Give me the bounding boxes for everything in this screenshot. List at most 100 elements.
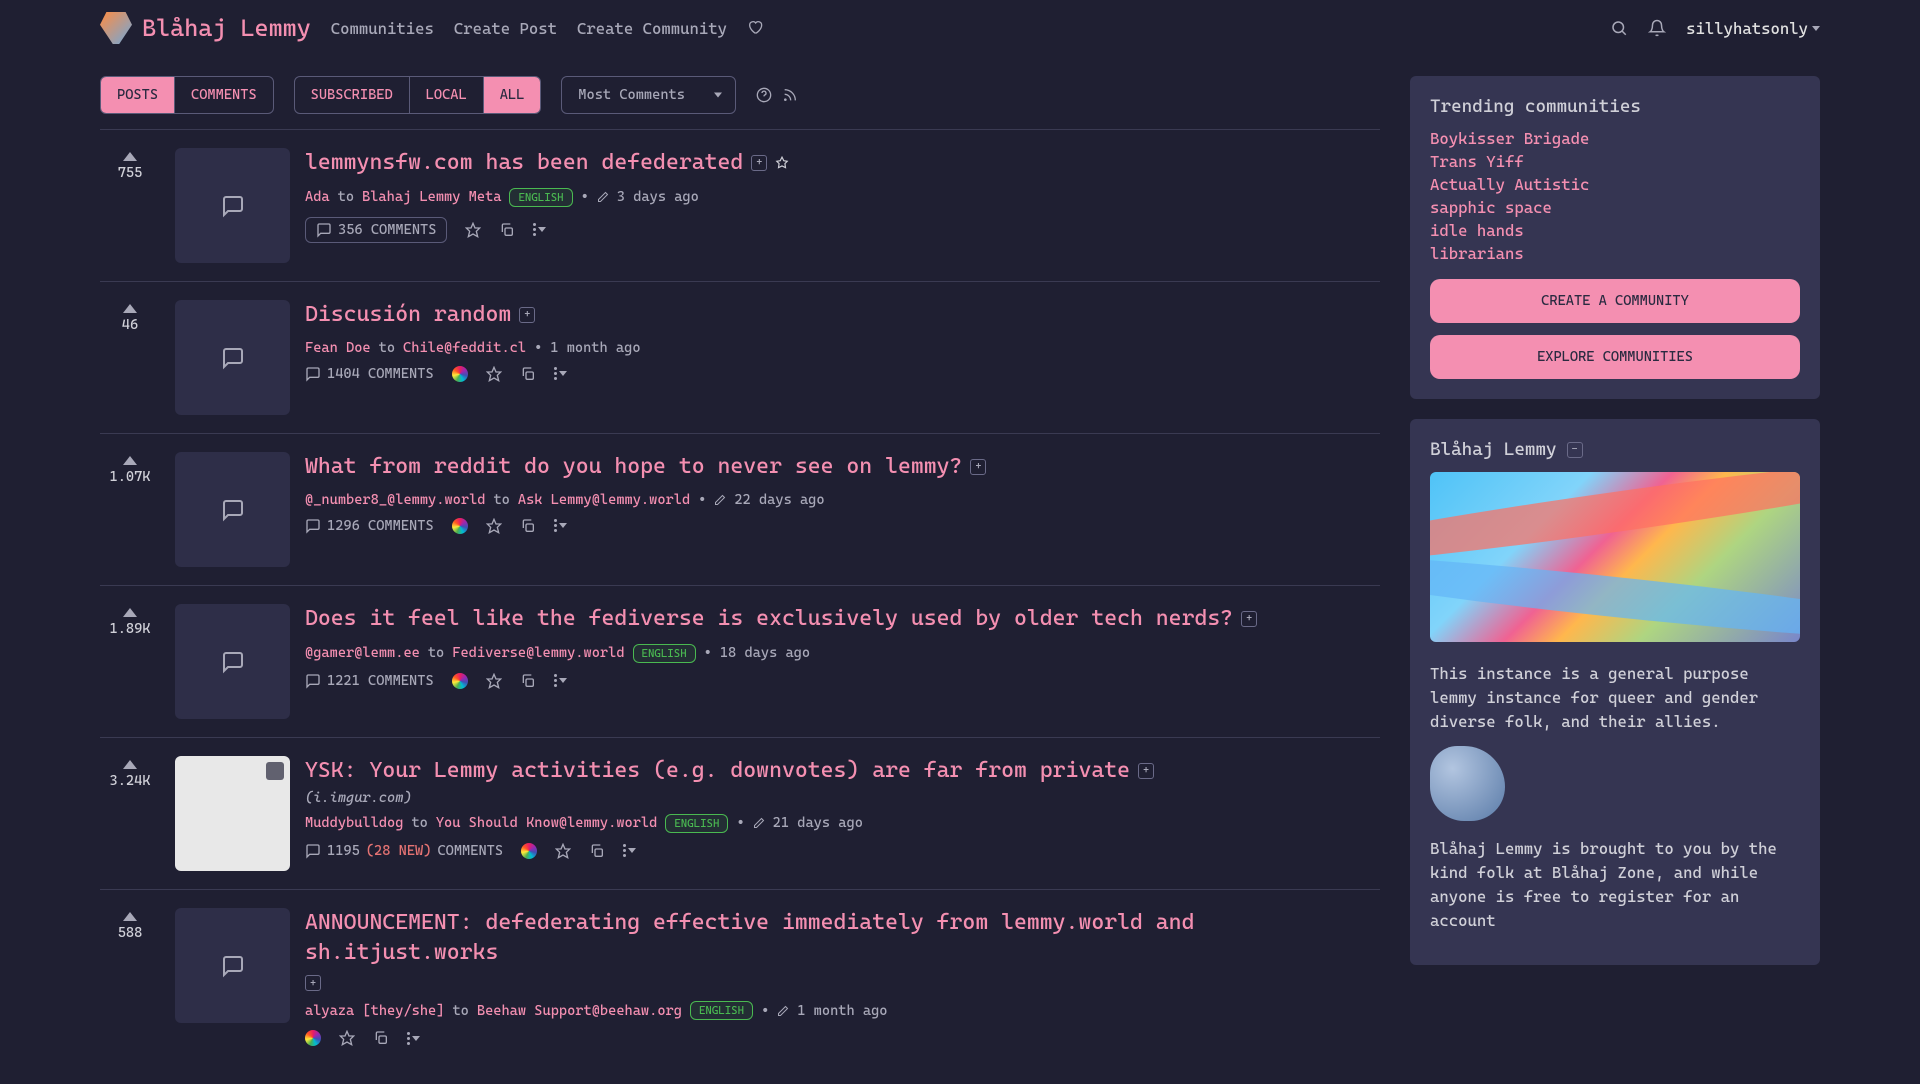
- crosspost-icon[interactable]: [520, 518, 536, 534]
- post-thumbnail[interactable]: [175, 300, 290, 415]
- post-community[interactable]: Blahaj Lemmy Meta: [362, 189, 501, 205]
- star-icon[interactable]: [339, 1030, 355, 1046]
- post-title[interactable]: Does it feel like the fediverse is exclu…: [305, 604, 1233, 634]
- post-thumbnail[interactable]: [175, 604, 290, 719]
- post-title[interactable]: YSK: Your Lemmy activities (e.g. downvot…: [305, 756, 1130, 786]
- fediverse-icon[interactable]: [452, 366, 468, 382]
- trending-link[interactable]: idle hands: [1430, 221, 1800, 240]
- expand-icon[interactable]: +: [305, 975, 321, 991]
- tab-subscribed[interactable]: SUBSCRIBED: [295, 77, 410, 113]
- post-title[interactable]: ANNOUNCEMENT: defederating effective imm…: [305, 908, 1380, 967]
- to-label: to: [428, 645, 444, 661]
- post-author[interactable]: Fean Doe: [305, 340, 371, 356]
- comment-count[interactable]: 1195 (28 NEW) COMMENTS: [305, 843, 503, 859]
- star-icon[interactable]: [486, 673, 502, 689]
- crosspost-icon[interactable]: [520, 366, 536, 382]
- vote-score: 3.24K: [109, 773, 150, 789]
- fediverse-icon[interactable]: [452, 673, 468, 689]
- tab-comments[interactable]: COMMENTS: [175, 77, 273, 113]
- star-icon[interactable]: [486, 366, 502, 382]
- upvote-button[interactable]: [123, 608, 137, 617]
- comment-count[interactable]: 1221 COMMENTS: [305, 673, 434, 689]
- post-author[interactable]: Muddybulldog: [305, 815, 403, 831]
- help-icon[interactable]: [756, 87, 772, 103]
- post-title[interactable]: What from reddit do you hope to never se…: [305, 452, 962, 482]
- post-thumbnail[interactable]: [175, 452, 290, 567]
- to-label: to: [379, 340, 395, 356]
- tab-all[interactable]: ALL: [484, 77, 541, 113]
- expand-icon[interactable]: +: [1138, 763, 1154, 779]
- brand[interactable]: Blåhaj Lemmy: [100, 12, 311, 44]
- trending-card: Trending communities Boykisser BrigadeTr…: [1410, 76, 1820, 399]
- explore-communities-button[interactable]: EXPLORE COMMUNITIES: [1430, 335, 1800, 379]
- post-thumbnail[interactable]: [175, 148, 290, 263]
- fediverse-icon[interactable]: [305, 1030, 321, 1046]
- nav-create-community[interactable]: Create Community: [577, 19, 727, 38]
- trending-link[interactable]: Trans Yiff: [1430, 152, 1800, 171]
- sort-select[interactable]: Most Comments: [561, 76, 736, 114]
- star-icon[interactable]: [465, 222, 481, 238]
- comment-count[interactable]: 356 COMMENTS: [305, 217, 447, 243]
- crosspost-icon[interactable]: [373, 1030, 389, 1046]
- post-row: 1.07K What from reddit do you hope to ne…: [100, 433, 1380, 585]
- more-menu[interactable]: [623, 844, 636, 857]
- post-title[interactable]: Discusión random: [305, 300, 511, 330]
- star-icon[interactable]: [486, 518, 502, 534]
- star-icon[interactable]: [555, 843, 571, 859]
- crosspost-icon[interactable]: [499, 222, 515, 238]
- nav-communities[interactable]: Communities: [331, 19, 434, 38]
- crosspost-icon[interactable]: [520, 673, 536, 689]
- expand-icon[interactable]: +: [1241, 611, 1257, 627]
- bell-icon[interactable]: [1648, 19, 1666, 37]
- post-source[interactable]: (i.imgur.com): [305, 790, 1380, 806]
- post-row: 588 ANNOUNCEMENT: defederating effective…: [100, 889, 1380, 1064]
- create-community-button[interactable]: CREATE A COMMUNITY: [1430, 279, 1800, 323]
- upvote-button[interactable]: [123, 152, 137, 161]
- donate-heart-icon[interactable]: [747, 19, 763, 35]
- vote-score: 46: [122, 317, 138, 333]
- post-age: 3 days ago: [617, 189, 699, 205]
- tab-local[interactable]: LOCAL: [410, 77, 484, 113]
- post-thumbnail[interactable]: [175, 756, 290, 871]
- expand-icon[interactable]: +: [751, 155, 767, 171]
- post-thumbnail[interactable]: [175, 908, 290, 1023]
- crosspost-icon[interactable]: [589, 843, 605, 859]
- upvote-button[interactable]: [123, 912, 137, 921]
- trending-link[interactable]: sapphic space: [1430, 198, 1800, 217]
- post-title[interactable]: lemmynsfw.com has been defederated: [305, 148, 743, 178]
- post-community[interactable]: Beehaw Support@beehaw.org: [477, 1003, 682, 1019]
- upvote-button[interactable]: [123, 760, 137, 769]
- post-community[interactable]: Chile@feddit.cl: [403, 340, 526, 356]
- post-author[interactable]: @_number8_@lemmy.world: [305, 492, 485, 508]
- fediverse-icon[interactable]: [452, 518, 468, 534]
- search-icon[interactable]: [1610, 19, 1628, 37]
- user-menu[interactable]: sillyhatsonly: [1686, 19, 1820, 38]
- more-menu[interactable]: [407, 1032, 420, 1045]
- comment-count[interactable]: 1296 COMMENTS: [305, 518, 434, 534]
- expand-icon[interactable]: +: [970, 459, 986, 475]
- post-community[interactable]: Ask Lemmy@lemmy.world: [518, 492, 690, 508]
- more-menu[interactable]: [554, 674, 567, 687]
- tab-posts[interactable]: POSTS: [101, 77, 175, 113]
- more-menu[interactable]: [554, 519, 567, 532]
- post-community[interactable]: You Should Know@lemmy.world: [436, 815, 657, 831]
- fediverse-icon[interactable]: [521, 843, 537, 859]
- comment-count[interactable]: 1404 COMMENTS: [305, 366, 434, 382]
- post-author[interactable]: Ada: [305, 189, 330, 205]
- post-author[interactable]: @gamer@lemm.ee: [305, 645, 420, 661]
- separator: •: [534, 340, 542, 356]
- post-author[interactable]: alyaza [they/she]: [305, 1003, 444, 1019]
- scope-toggle: SUBSCRIBED LOCAL ALL: [294, 76, 542, 114]
- nav-create-post[interactable]: Create Post: [454, 19, 557, 38]
- more-menu[interactable]: [533, 223, 546, 236]
- expand-icon[interactable]: +: [519, 307, 535, 323]
- upvote-button[interactable]: [123, 456, 137, 465]
- collapse-icon[interactable]: −: [1567, 442, 1583, 458]
- rss-icon[interactable]: [782, 87, 798, 103]
- trending-link[interactable]: Boykisser Brigade: [1430, 129, 1800, 148]
- trending-link[interactable]: librarians: [1430, 244, 1800, 263]
- post-community[interactable]: Fediverse@lemmy.world: [452, 645, 624, 661]
- upvote-button[interactable]: [123, 304, 137, 313]
- trending-link[interactable]: Actually Autistic: [1430, 175, 1800, 194]
- more-menu[interactable]: [554, 367, 567, 380]
